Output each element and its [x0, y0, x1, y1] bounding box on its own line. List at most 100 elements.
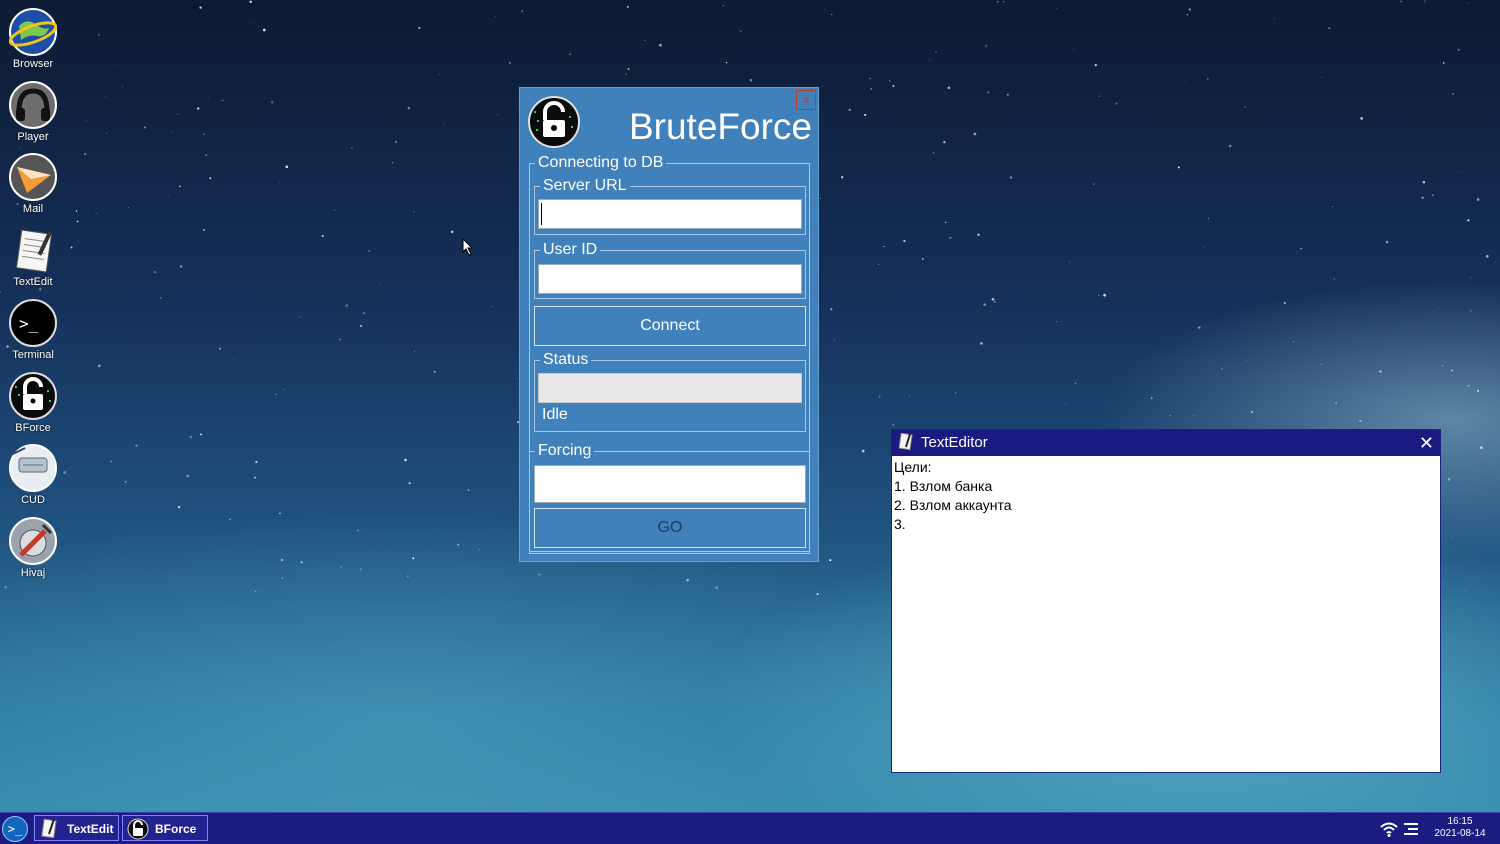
texteditor-close-button[interactable]: ✕: [1419, 431, 1434, 455]
star: [457, 543, 460, 546]
star: [1244, 106, 1246, 108]
notepad-icon: [898, 432, 914, 451]
star: [369, 452, 371, 454]
star: [831, 13, 833, 16]
connect-button[interactable]: Connect: [534, 306, 806, 346]
star: [1465, 589, 1467, 591]
server-url-input[interactable]: [538, 199, 802, 229]
star: [208, 97, 210, 99]
star: [954, 392, 957, 394]
desktop-icon-browser[interactable]: Browser: [5, 8, 61, 70]
star: [363, 312, 365, 315]
star: [1476, 198, 1480, 201]
notepad-icon: [39, 818, 59, 839]
star: [1438, 308, 1440, 310]
star: [749, 78, 753, 82]
star: [143, 126, 147, 129]
star: [202, 228, 206, 232]
star: [200, 433, 202, 436]
star: [928, 85, 930, 86]
star: [413, 210, 415, 213]
star: [1193, 415, 1195, 416]
star: [1467, 219, 1470, 222]
star: [254, 590, 257, 593]
bruteforce-title: BruteForce: [628, 106, 812, 147]
star: [219, 347, 221, 350]
star: [1432, 194, 1434, 196]
star: [85, 119, 87, 121]
star: [983, 303, 986, 306]
star: [996, 0, 999, 3]
star: [412, 557, 415, 560]
texteditor-titlebar[interactable]: TextEditor ✕: [892, 430, 1440, 456]
desktop-icon-mail[interactable]: Mail: [5, 153, 61, 215]
star: [439, 73, 440, 75]
star: [1056, 8, 1058, 10]
star: [391, 162, 393, 164]
star: [203, 133, 205, 136]
star: [433, 370, 436, 373]
star: [820, 197, 822, 199]
star: [124, 481, 127, 483]
taskbar: >_ TextEdit BForce 16:15 2021-08-14: [0, 812, 1500, 844]
desktop-icon-textedit[interactable]: TextEdit: [5, 226, 61, 288]
star: [1207, 78, 1209, 80]
star: [861, 449, 865, 453]
star: [254, 476, 257, 479]
star: [892, 84, 895, 88]
star: [371, 289, 373, 291]
star: [205, 153, 208, 157]
status-label: Status: [543, 351, 589, 368]
star: [106, 132, 108, 134]
star: [1359, 419, 1362, 423]
star: [450, 230, 454, 234]
wifi-icon[interactable]: [1380, 821, 1398, 837]
star: [1360, 117, 1363, 120]
star: [538, 573, 540, 576]
star: [394, 140, 398, 144]
desktop-icon-bforce[interactable]: BForce: [5, 372, 61, 434]
star: [870, 88, 873, 90]
start-button[interactable]: >_: [2, 816, 28, 842]
desktop-icon-hivaj[interactable]: Hivaj: [5, 517, 61, 579]
star: [171, 131, 173, 133]
star: [791, 565, 793, 567]
star: [281, 577, 284, 579]
go-button[interactable]: GO: [534, 508, 806, 548]
forcing-output-field[interactable]: [534, 465, 806, 503]
desktop-icon-player[interactable]: Player: [5, 81, 61, 143]
star: [334, 209, 336, 211]
star: [197, 107, 200, 110]
star: [993, 300, 996, 303]
star: [249, 0, 252, 4]
star: [903, 239, 906, 243]
text-caret: [541, 203, 542, 225]
star: [379, 284, 381, 285]
star: [644, 39, 646, 41]
desktop-icon-label: CUD: [21, 494, 45, 506]
clock-time: 16:15: [1447, 816, 1473, 827]
clock[interactable]: 16:15 2021-08-14: [1428, 816, 1492, 840]
star: [987, 91, 990, 94]
status-progress-bar: [538, 373, 802, 403]
star: [1098, 95, 1100, 97]
star: [1477, 389, 1480, 392]
star: [127, 207, 129, 209]
texteditor-text-area[interactable]: Цели: 1. Взлом банка 2. Взлом аккаунта 3…: [892, 456, 1440, 536]
star: [722, 5, 724, 7]
desktop-icon-cud[interactable]: CUD: [5, 444, 61, 506]
taskbar-item-bforce[interactable]: BForce: [122, 815, 208, 841]
star: [892, 423, 895, 426]
star: [255, 460, 258, 464]
user-id-input[interactable]: [538, 264, 802, 294]
menu-icon[interactable]: [1404, 822, 1418, 836]
star: [1188, 8, 1191, 11]
star: [830, 308, 833, 311]
desktop-icon-terminal[interactable]: >_ Terminal: [5, 299, 61, 361]
star: [991, 298, 995, 301]
star: [1283, 301, 1286, 305]
globe-icon: [8, 8, 58, 56]
star: [1400, 0, 1402, 3]
taskbar-item-textedit[interactable]: TextEdit: [34, 815, 119, 841]
star: [980, 342, 983, 345]
